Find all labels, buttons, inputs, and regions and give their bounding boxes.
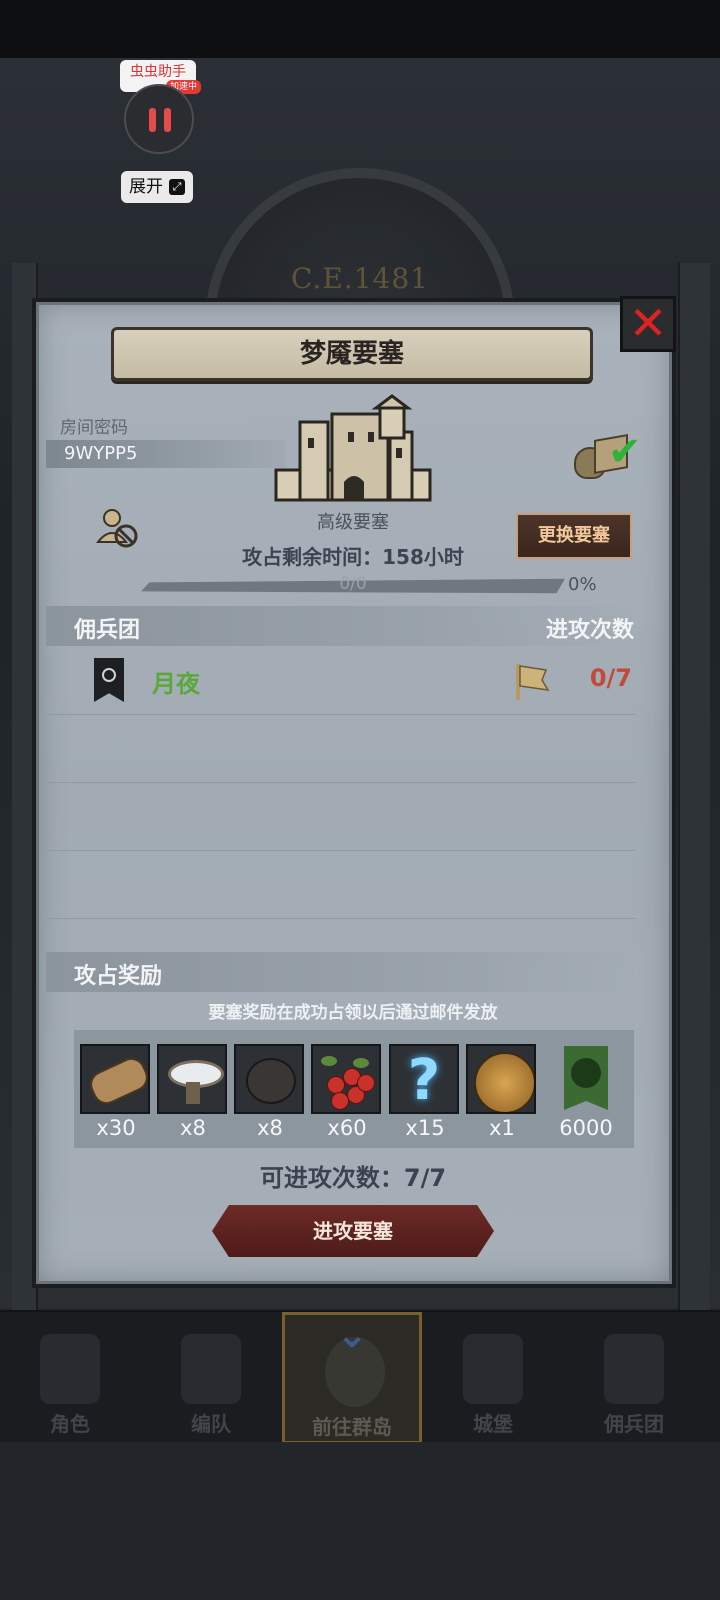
- remaining-time: 攻占剩余时间：158小时: [242, 545, 464, 569]
- attack-fortress-button[interactable]: 进攻要塞: [212, 1205, 494, 1257]
- pause-icon: [149, 108, 156, 132]
- empty-row: [46, 784, 636, 851]
- reward-qty: 6000: [559, 1116, 613, 1140]
- mercenary-section-header: 佣兵团 进攻次数: [46, 606, 636, 646]
- nav-label: 前往群岛: [312, 1415, 392, 1439]
- status-bar: [0, 0, 720, 58]
- nav-item-character[interactable]: 角色: [0, 1312, 140, 1444]
- attacks-remaining: 可进攻次数：7/7: [259, 1164, 447, 1192]
- bowl-icon: [157, 1044, 227, 1114]
- nav-item-formation[interactable]: 编队: [141, 1312, 281, 1444]
- nav-label: 编队: [191, 1412, 231, 1436]
- knight-icon: [40, 1334, 100, 1404]
- pause-button[interactable]: [124, 84, 194, 154]
- bottom-area: [0, 1442, 720, 1600]
- attacks-header: 进攻次数: [545, 618, 634, 643]
- helmet-icon: [181, 1334, 241, 1404]
- mercenary-attack-count: 0/7: [589, 664, 632, 692]
- fortress-icon: [274, 394, 432, 502]
- reward-qty: x8: [180, 1116, 206, 1140]
- empty-row: [46, 716, 636, 783]
- castle-icon: [463, 1334, 523, 1404]
- nav-label: 角色: [50, 1412, 90, 1436]
- bg-right-panel: [678, 263, 710, 1363]
- reward-qty: x8: [257, 1116, 283, 1140]
- occupation-progress-percent: 0%: [568, 574, 597, 595]
- reward-qty: x60: [327, 1116, 367, 1140]
- nav-item-mercenary[interactable]: 佣兵团: [564, 1312, 704, 1444]
- reward-item[interactable]: x8: [234, 1044, 306, 1140]
- reward-item[interactable]: ? x15: [389, 1044, 461, 1140]
- expand-button[interactable]: 展开 ⤢: [121, 171, 193, 203]
- expand-label: 展开: [129, 177, 163, 197]
- fortress-level: 高级要塞: [317, 512, 389, 533]
- truffle-icon: [234, 1044, 304, 1114]
- banner-tower-icon: [604, 1334, 664, 1404]
- mercenary-row[interactable]: 月夜 0/7: [46, 648, 636, 715]
- reward-item[interactable]: x30: [80, 1044, 152, 1140]
- reward-qty: x1: [489, 1116, 515, 1140]
- nav-label: 城堡: [473, 1412, 513, 1436]
- reward-qty: x30: [96, 1116, 136, 1140]
- occupation-progress-text: 0/0: [339, 574, 367, 594]
- room-code-label: 房间密码: [60, 418, 128, 438]
- empty-row: [46, 852, 636, 919]
- dialog-title: 梦魇要塞: [111, 327, 593, 381]
- reward-item[interactable]: x8: [157, 1044, 229, 1140]
- flag-icon: [516, 664, 550, 700]
- room-code-value[interactable]: 9WYPP5: [46, 440, 286, 468]
- helmet-coin-icon: [466, 1044, 536, 1114]
- accelerator-name: 虫虫助手: [130, 64, 186, 80]
- mercenary-emblem-icon: [94, 658, 124, 702]
- close-button[interactable]: ✕: [620, 296, 676, 352]
- reward-section-header: 攻占奖励: [46, 952, 636, 992]
- mercenary-header: 佣兵团: [74, 618, 141, 643]
- guild-banner-icon: [550, 1044, 620, 1114]
- mystery-icon: ?: [389, 1044, 459, 1114]
- pause-icon-bar: [164, 108, 171, 132]
- reward-item[interactable]: x1: [466, 1044, 538, 1140]
- mercenary-name: 月夜: [152, 670, 200, 698]
- checkmark-icon: ✔: [608, 429, 642, 475]
- nav-item-castle[interactable]: 城堡: [423, 1312, 563, 1444]
- log-icon: [80, 1044, 150, 1114]
- reward-item[interactable]: x60: [311, 1044, 383, 1140]
- chevron-down-icon: ⌄: [336, 1312, 368, 1356]
- expand-icon: ⤢: [169, 179, 185, 195]
- berries-icon: [311, 1044, 381, 1114]
- reward-header: 攻占奖励: [74, 964, 163, 989]
- reward-qty: x15: [405, 1116, 445, 1140]
- reward-item[interactable]: 6000: [550, 1044, 622, 1140]
- era-label: C.E.1481: [291, 262, 429, 295]
- nav-label: 佣兵团: [604, 1412, 664, 1436]
- reward-note: 要塞奖励在成功占领以后通过邮件发放: [208, 1003, 498, 1023]
